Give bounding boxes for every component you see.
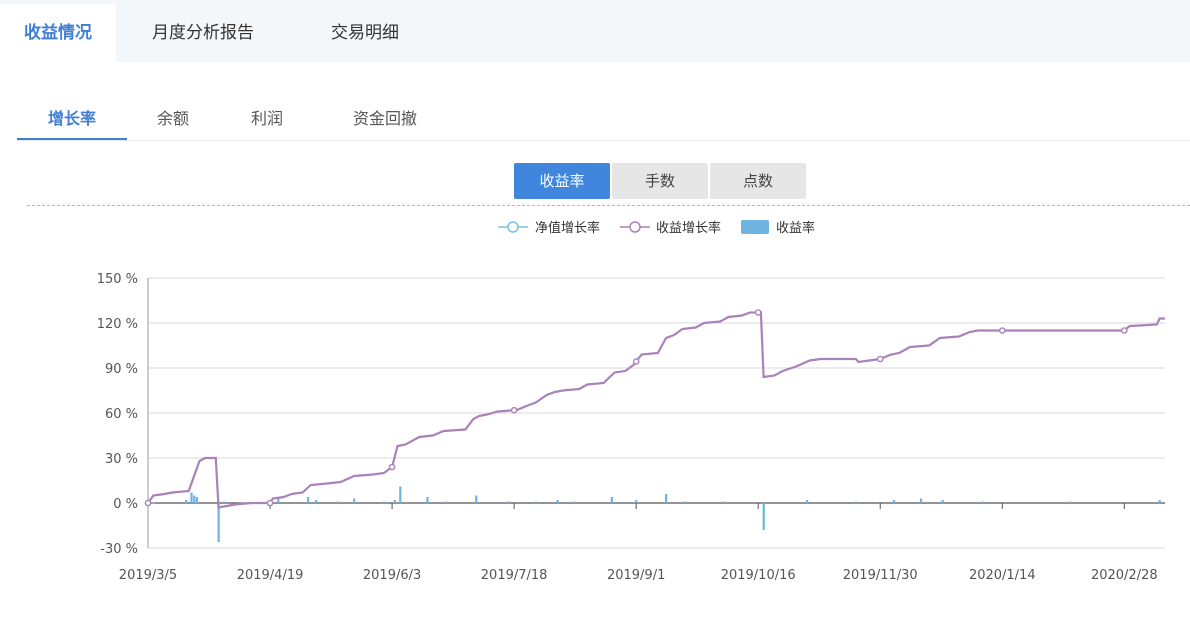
bar[interactable] <box>507 501 510 504</box>
bar[interactable] <box>635 500 638 503</box>
bar[interactable] <box>195 497 199 503</box>
bar[interactable] <box>193 495 196 504</box>
bar[interactable] <box>762 503 765 530</box>
x-tick-label: 2019/4/19 <box>237 568 304 583</box>
bar[interactable] <box>307 497 310 503</box>
x-tick-label: 2019/10/16 <box>721 568 796 583</box>
y-tick-label: 60 % <box>105 407 138 422</box>
bar[interactable] <box>190 492 193 504</box>
segment-yield-rate[interactable]: 收益率 <box>514 163 610 199</box>
data-point-marker[interactable] <box>388 463 396 471</box>
x-tick-label: 2020/1/14 <box>969 568 1036 583</box>
bar[interactable] <box>721 501 725 504</box>
bar[interactable] <box>315 500 318 503</box>
data-point-marker[interactable] <box>144 499 152 507</box>
x-tick-label: 2019/9/1 <box>607 568 665 583</box>
bar[interactable] <box>277 498 280 504</box>
bar[interactable] <box>534 501 538 504</box>
growth-rate-chart: 净值增长率 收益增长率 收益率 -30 % 0 % 30 % 60 % 90 % 120 … <box>97 220 1165 583</box>
bar[interactable] <box>892 500 895 503</box>
data-point-marker[interactable] <box>998 327 1006 334</box>
x-tick-label: 2019/7/18 <box>481 568 548 583</box>
data-point-marker[interactable] <box>876 355 884 363</box>
x-tick-label: 2020/2/28 <box>1091 568 1158 583</box>
y-tick-label: -30 % <box>100 542 138 557</box>
legend-profit-marker <box>629 221 641 233</box>
bar[interactable] <box>382 501 386 504</box>
y-tick-label: 0 % <box>113 497 138 512</box>
bar[interactable] <box>919 498 923 504</box>
bar[interactable] <box>982 501 985 504</box>
bar[interactable] <box>475 495 478 504</box>
bar[interactable] <box>426 497 429 503</box>
data-point-marker[interactable] <box>754 309 762 316</box>
profit-growth-line <box>147 311 1165 509</box>
chart-legend: 净值增长率 收益增长率 收益率 <box>498 220 815 236</box>
data-point-marker[interactable] <box>510 406 518 414</box>
bar[interactable] <box>556 500 559 503</box>
bar[interactable] <box>854 501 858 504</box>
y-tick-label: 120 % <box>97 317 138 332</box>
bar[interactable] <box>152 502 155 504</box>
bar[interactable] <box>217 503 220 542</box>
legend-bar-label[interactable]: 收益率 <box>776 220 815 236</box>
legend-net-label[interactable]: 净值增长率 <box>535 220 600 236</box>
sub-tab-bar: 增长率 余额 利润 资金回撤 <box>17 100 1190 141</box>
tab-trade-details[interactable]: 交易明细 <box>331 4 399 62</box>
tab-monthly-report[interactable]: 月度分析报告 <box>152 4 254 62</box>
x-tick-label: 2019/11/30 <box>843 568 918 583</box>
y-tick-label: 90 % <box>105 362 138 377</box>
data-point-marker[interactable] <box>1121 327 1128 334</box>
x-tick-label: 2019/6/3 <box>363 568 421 583</box>
subtab-balance[interactable]: 余额 <box>139 100 207 138</box>
y-tick-label: 150 % <box>97 272 138 287</box>
bar[interactable] <box>1069 501 1072 504</box>
bar[interactable] <box>184 500 188 503</box>
bar[interactable] <box>610 497 613 503</box>
subtab-growth-rate[interactable]: 增长率 <box>17 100 127 140</box>
legend-net-marker <box>507 221 519 233</box>
legend-profit-label[interactable]: 收益增长率 <box>656 220 721 236</box>
segment-lots[interactable]: 手数 <box>612 163 708 199</box>
bar[interactable] <box>393 500 396 503</box>
bar[interactable] <box>353 498 356 504</box>
subtab-profit[interactable]: 利润 <box>233 100 301 138</box>
bar[interactable] <box>336 501 340 504</box>
legend-bar-swatch <box>741 220 769 234</box>
bar[interactable] <box>1158 500 1161 503</box>
bar[interactable] <box>445 501 448 504</box>
tab-income-overview[interactable]: 收益情况 <box>0 4 116 62</box>
y-tick-label: 30 % <box>105 452 138 467</box>
bar[interactable] <box>941 500 944 503</box>
bar[interactable] <box>572 501 575 504</box>
data-point-marker[interactable] <box>632 358 640 365</box>
subtab-drawdown[interactable]: 资金回撤 <box>335 100 435 138</box>
bar[interactable] <box>806 500 809 503</box>
divider <box>27 205 1190 206</box>
bar[interactable] <box>683 501 687 504</box>
data-point-marker[interactable] <box>266 499 274 507</box>
bar[interactable] <box>222 501 226 504</box>
segment-points[interactable]: 点数 <box>710 163 806 199</box>
bar[interactable] <box>664 494 668 503</box>
x-tick-label: 2019/3/5 <box>119 568 177 583</box>
bar[interactable] <box>399 486 402 504</box>
